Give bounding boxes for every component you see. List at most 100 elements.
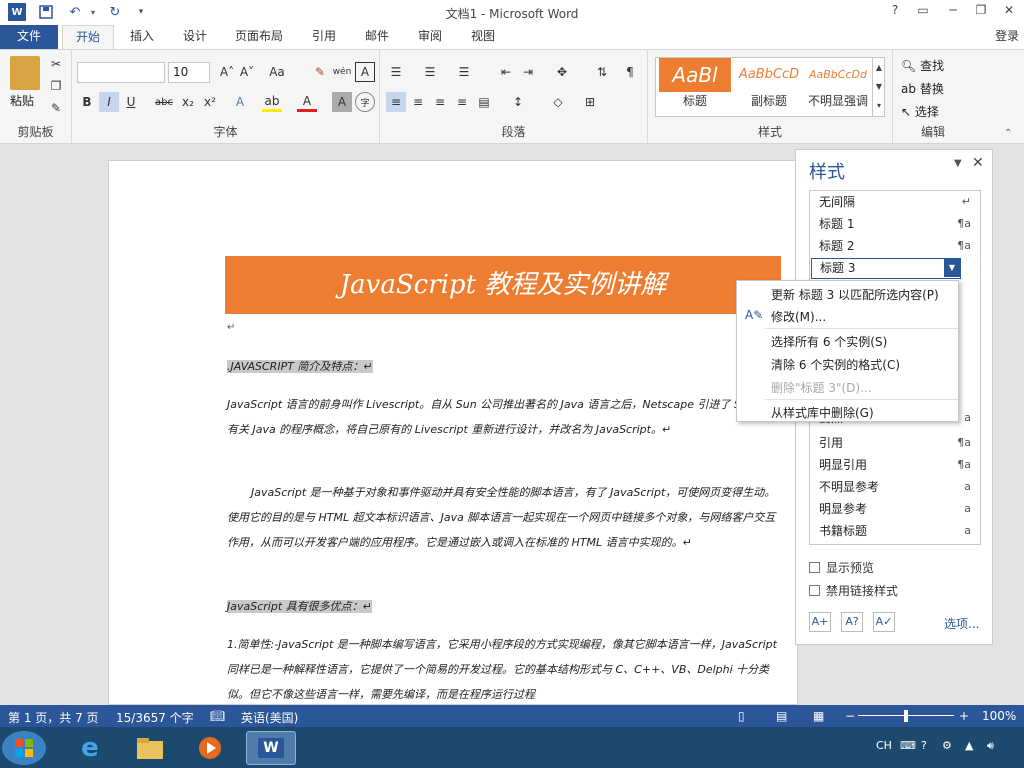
justify-icon[interactable]: ≡: [452, 92, 472, 112]
paragraph-2[interactable]: JavaScript 是一种基于对象和事件驱动并具有安全性能的脚本语言，有了 J…: [227, 480, 782, 555]
align-left-icon[interactable]: ≡: [386, 92, 406, 112]
tab-view[interactable]: 视图: [463, 25, 503, 49]
clear-format-icon[interactable]: ✎: [310, 62, 330, 82]
style-item-intense-quote[interactable]: 明显引用 ¶a: [811, 454, 979, 476]
italic-icon[interactable]: I: [99, 92, 119, 112]
style-item-heading-2[interactable]: 标题 2 ¶a: [811, 235, 979, 257]
show-hidden-icons[interactable]: ▲: [965, 739, 973, 752]
settings-tray-icon[interactable]: ⚙: [942, 739, 952, 752]
styles-scroll-icon[interactable]: ▲ ▼ ▾: [872, 58, 885, 116]
font-name-field[interactable]: [77, 62, 165, 83]
paragraph-3[interactable]: 1.简单性:-JavaScript 是一种脚本编写语言，它采用小程序段的方式实现…: [227, 632, 782, 704]
cut-icon[interactable]: ✂: [46, 54, 66, 74]
shrink-font-icon[interactable]: A˅: [237, 62, 257, 82]
align-right-icon[interactable]: ≡: [430, 92, 450, 112]
show-marks-icon[interactable]: ¶: [620, 62, 640, 82]
increase-indent-icon[interactable]: ⇥: [518, 62, 538, 82]
maximize-button[interactable]: ❐: [970, 3, 992, 21]
explorer-icon[interactable]: [125, 731, 175, 765]
text-direction-icon[interactable]: ✥: [552, 62, 572, 82]
read-mode-icon[interactable]: ▯: [738, 709, 745, 723]
find-button[interactable]: 🔍︎ 查找: [901, 57, 944, 74]
distributed-icon[interactable]: ▤: [474, 92, 494, 112]
disable-linked-checkbox[interactable]: 禁用链接样式: [809, 582, 898, 599]
keyboard-icon[interactable]: ⌨: [900, 739, 916, 752]
manage-styles-icon[interactable]: A✓: [873, 612, 895, 632]
start-button-icon[interactable]: [2, 731, 46, 765]
paste-icon[interactable]: [10, 56, 40, 90]
paste-button[interactable]: 粘贴: [10, 92, 34, 109]
minimize-button[interactable]: ─: [942, 3, 964, 21]
word-taskbar-icon[interactable]: W: [246, 731, 296, 765]
font-color-icon[interactable]: A: [297, 92, 317, 112]
tab-design[interactable]: 设计: [175, 25, 215, 49]
document-title[interactable]: JavaScript 教程及实例讲解: [225, 256, 781, 314]
section2-heading[interactable]: JavaScript 具有很多优点：↵: [227, 594, 389, 630]
word-count[interactable]: 15/3657 个字: [116, 709, 194, 726]
proofing-icon[interactable]: 📖︎: [210, 709, 225, 723]
show-preview-checkbox[interactable]: 显示预览: [809, 559, 874, 576]
help-tray-icon[interactable]: ?: [921, 739, 927, 752]
pane-close-icon[interactable]: ✕: [972, 155, 984, 171]
style-subtitle[interactable]: AaBbCcD 副标题: [733, 58, 805, 116]
language-indicator[interactable]: 英语(美国): [241, 709, 298, 726]
strikethrough-icon[interactable]: abc: [154, 92, 174, 112]
close-button[interactable]: ✕: [998, 3, 1020, 21]
help-button[interactable]: ?: [884, 3, 906, 21]
menu-clear-format[interactable]: 清除 6 个实例的格式(C): [771, 356, 900, 373]
style-subtle-emphasis[interactable]: AaBbCcDd 不明显强调: [803, 58, 873, 116]
menu-select-all[interactable]: 选择所有 6 个实例(S): [771, 333, 887, 350]
style-item-subtle-reference[interactable]: 不明显参考 a: [811, 476, 979, 498]
font-size-field[interactable]: 10: [168, 62, 210, 83]
bullets-icon[interactable]: ☰: [386, 62, 406, 82]
subscript-icon[interactable]: x₂: [178, 92, 198, 112]
tab-review[interactable]: 审阅: [410, 25, 450, 49]
borders-icon[interactable]: ⊞: [580, 92, 600, 112]
style-item-heading-3[interactable]: 标题 3: [811, 258, 961, 279]
change-case-icon[interactable]: Aa: [267, 62, 287, 82]
tab-insert[interactable]: 插入: [122, 25, 162, 49]
style-title[interactable]: AaBl 标题: [659, 58, 731, 116]
line-spacing-icon[interactable]: ↕: [508, 92, 528, 112]
style-item-quote[interactable]: 引用 ¶a: [811, 432, 979, 454]
shading-icon[interactable]: ◇: [548, 92, 568, 112]
multilevel-list-icon[interactable]: ☰: [454, 62, 474, 82]
style-item-heading-1[interactable]: 标题 1 ¶a: [811, 213, 979, 235]
paragraph-1[interactable]: JavaScript 语言的前身叫作 Livescript。自从 Sun 公司推…: [227, 392, 782, 442]
media-player-icon[interactable]: [185, 731, 235, 765]
ribbon-display-button[interactable]: ▭: [912, 3, 934, 21]
sort-icon[interactable]: ⇅: [592, 62, 612, 82]
zoom-slider-thumb[interactable]: [904, 710, 908, 722]
align-center-icon[interactable]: ≡: [408, 92, 428, 112]
collapse-ribbon-icon[interactable]: ⌃: [1004, 128, 1012, 139]
input-language[interactable]: CH: [876, 739, 892, 752]
style-dropdown-icon[interactable]: ▼: [944, 259, 960, 277]
tab-layout[interactable]: 页面布局: [229, 25, 289, 49]
highlight-icon[interactable]: ab: [262, 92, 282, 112]
bold-icon[interactable]: B: [77, 92, 97, 112]
tab-home[interactable]: 开始: [62, 25, 114, 49]
ie-icon[interactable]: e: [65, 731, 115, 765]
format-painter-icon[interactable]: ✎: [46, 98, 66, 118]
login-link[interactable]: 登录: [990, 25, 1024, 49]
options-link[interactable]: 选项...: [944, 615, 979, 632]
phonetic-guide-icon[interactable]: wén: [332, 62, 352, 82]
character-border-icon[interactable]: A: [355, 62, 375, 82]
print-layout-icon[interactable]: ▤: [776, 709, 787, 723]
text-effects-icon[interactable]: A: [230, 92, 250, 112]
style-inspector-icon[interactable]: A?: [841, 612, 863, 632]
web-layout-icon[interactable]: ▦: [813, 709, 824, 723]
new-style-icon[interactable]: A+: [809, 612, 831, 632]
style-item-book-title[interactable]: 书籍标题 a: [811, 520, 979, 542]
tab-file[interactable]: 文件: [0, 25, 58, 49]
numbering-icon[interactable]: ☰: [420, 62, 440, 82]
zoom-in-icon[interactable]: +: [959, 709, 969, 723]
volume-icon[interactable]: 🔊︎: [987, 739, 994, 753]
character-shading-icon[interactable]: A: [332, 92, 352, 112]
tab-mailings[interactable]: 邮件: [357, 25, 397, 49]
replace-button[interactable]: ab 替换: [901, 80, 944, 97]
menu-remove-from-gallery[interactable]: 从样式库中删除(G): [771, 404, 874, 421]
superscript-icon[interactable]: x²: [200, 92, 220, 112]
menu-update-style[interactable]: 更新 标题 3 以匹配所选内容(P): [771, 286, 939, 303]
menu-modify[interactable]: 修改(M)...: [771, 308, 826, 325]
